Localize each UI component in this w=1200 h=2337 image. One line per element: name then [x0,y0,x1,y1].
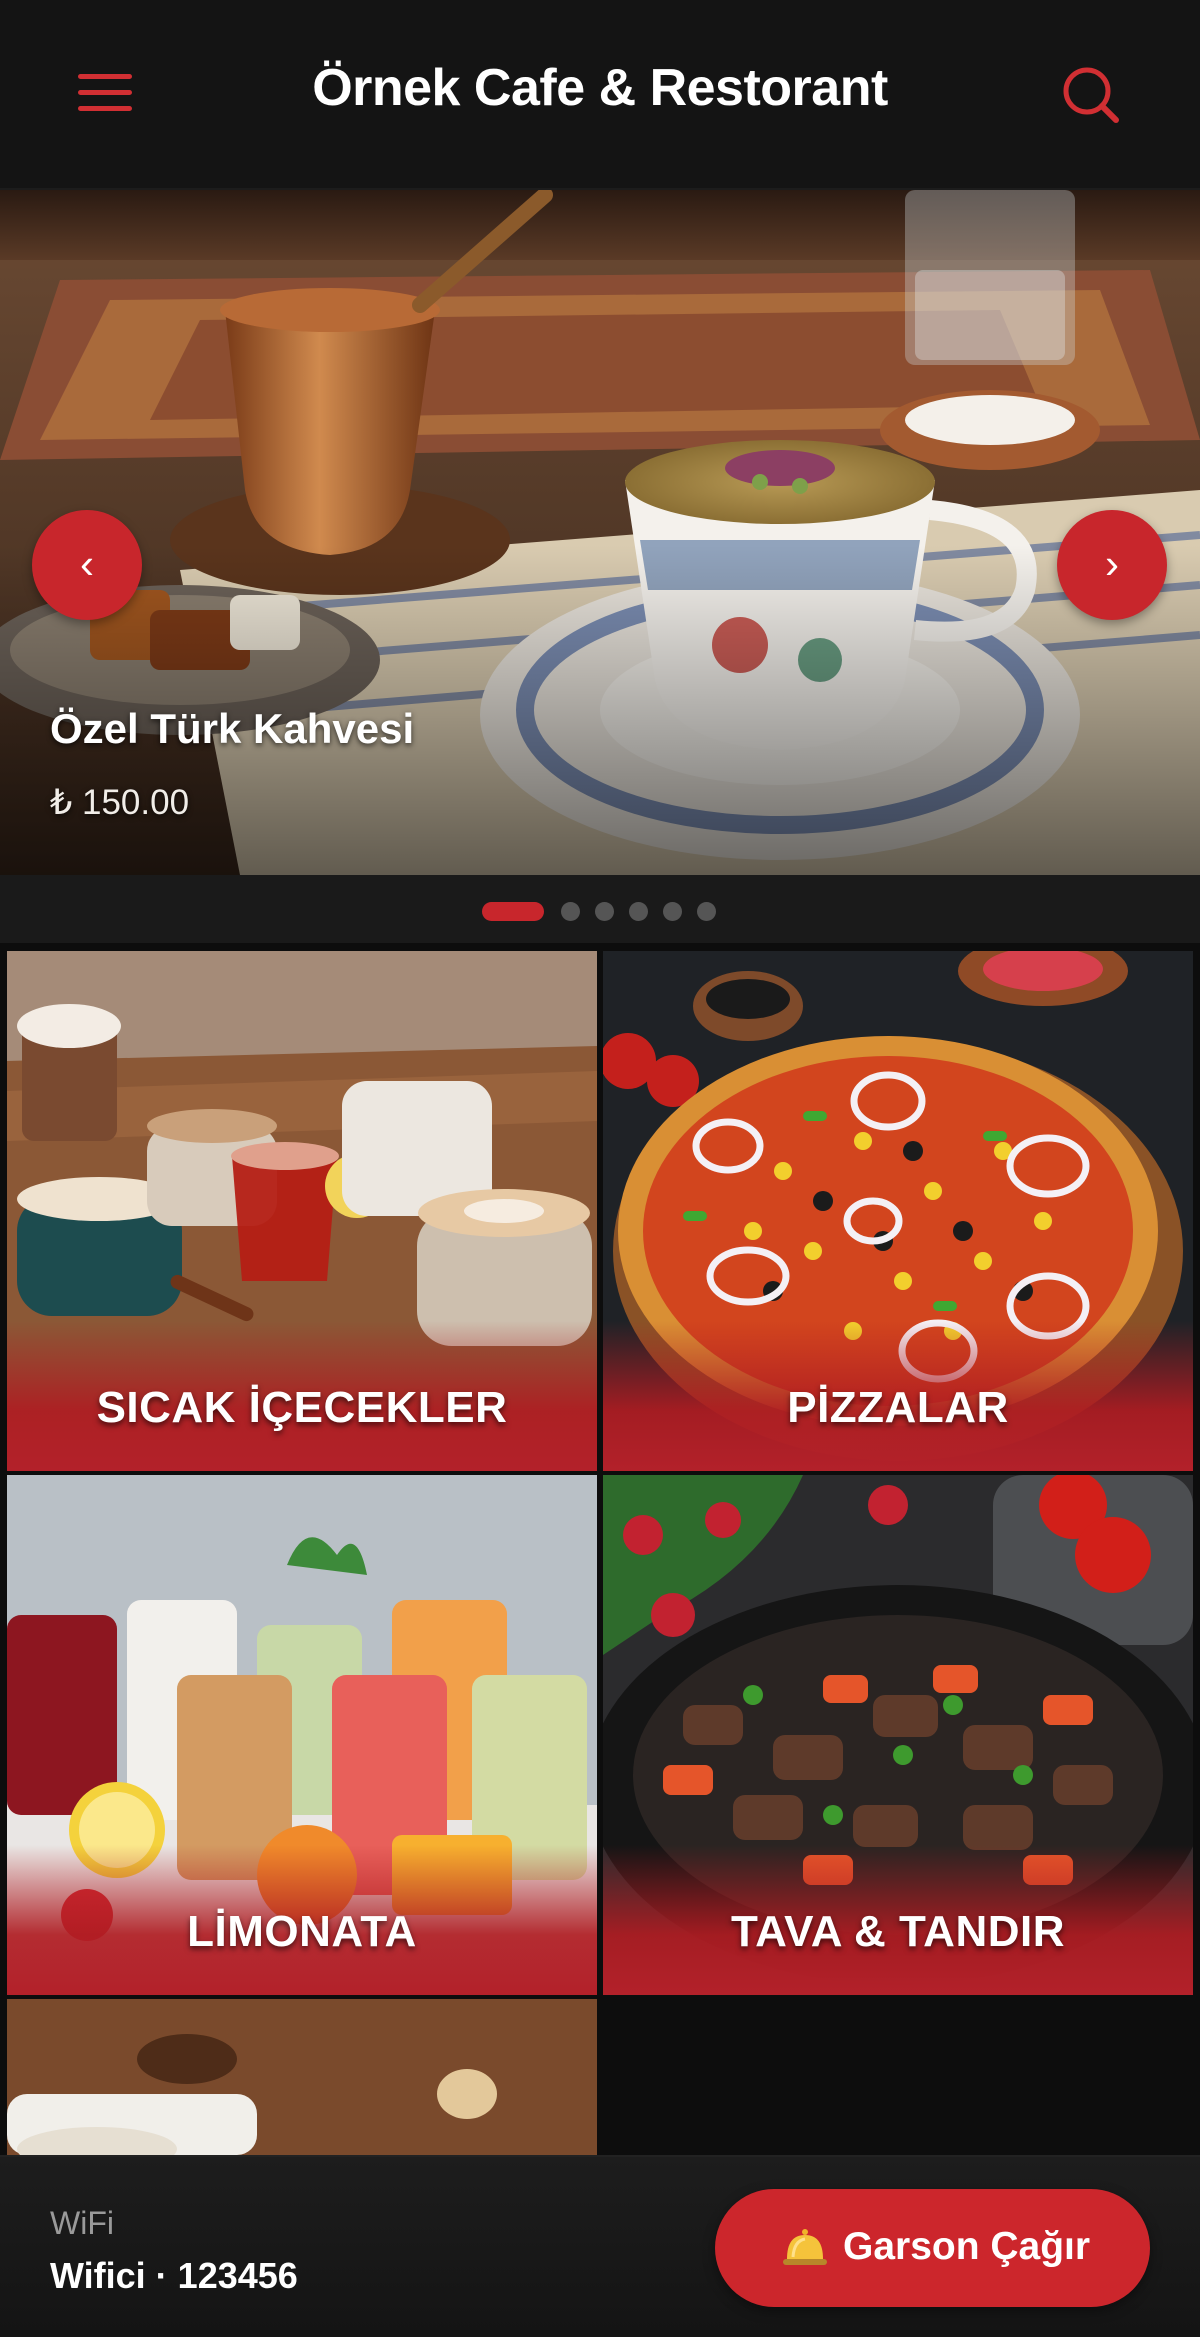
slider-dot[interactable] [482,902,544,921]
featured-product-name: Özel Türk Kahvesi [50,705,415,752]
slider-pagination [0,875,1200,943]
search-icon[interactable] [1060,64,1122,126]
wifi-credentials: Wifici · 123456 [50,2255,298,2296]
call-waiter-label: Garson Çağır [843,2225,1091,2268]
category-label: TAVA & TANDIR [730,1907,1065,1956]
bottom-bar: WiFi Wifici · 123456 Garson Çağır [0,2155,1200,2337]
category-label: SICAK İÇECEKLER [96,1383,508,1432]
category-image [7,1999,597,2155]
slider-dot[interactable] [697,902,716,921]
category-card-limonata[interactable]: LİMONATA [7,1475,597,1995]
category-grid: SICAK İÇECEKLER PİZZALAR LİMONATA TAVA &… [0,943,1200,2155]
category-card-sicak-icecekler[interactable]: SICAK İÇECEKLER [7,951,597,1471]
slider-next-button[interactable]: › [1057,510,1167,620]
wifi-label: WiFi [50,2205,114,2241]
slider-dot[interactable] [561,902,580,921]
slider-dot[interactable] [663,902,682,921]
restaurant-title: Örnek Cafe & Restorant [312,59,888,117]
category-card-pizzalar[interactable]: PİZZALAR [603,951,1193,1471]
category-card-partial[interactable] [7,1999,597,2155]
call-waiter-button[interactable]: Garson Çağır [715,2189,1150,2307]
category-label: LİMONATA [187,1907,417,1956]
featured-slider: Özel Türk Kahvesi ₺ 150.00 ‹ › [0,190,1200,875]
bell-icon [783,2229,827,2265]
app-screen: Örnek Cafe & Restorant Özel Türk Kahvesi… [0,0,1200,2337]
featured-product-price: ₺ 150.00 [50,783,190,822]
top-bar: Örnek Cafe & Restorant [0,0,1200,190]
slider-prev-button[interactable]: ‹ [32,510,142,620]
slider-dot[interactable] [595,902,614,921]
category-card-tava-tandir[interactable]: TAVA & TANDIR [603,1475,1193,1995]
category-label: PİZZALAR [787,1383,1009,1432]
slider-dot[interactable] [629,902,648,921]
